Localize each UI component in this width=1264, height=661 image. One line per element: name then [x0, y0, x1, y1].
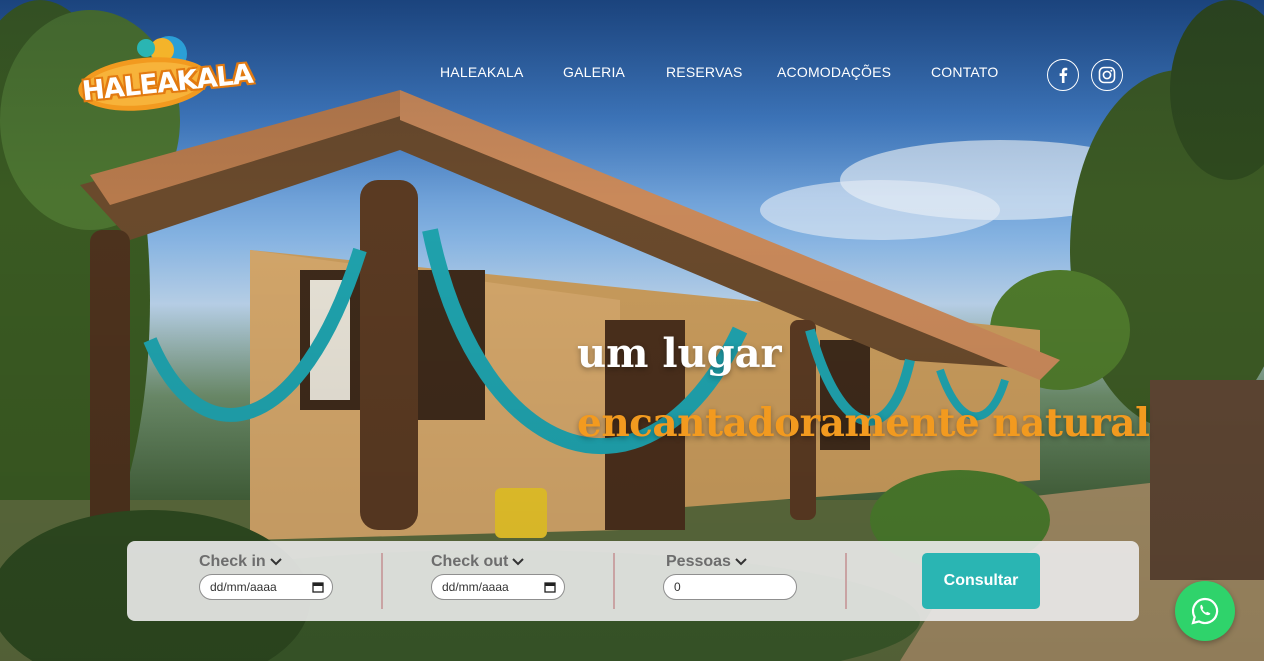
- guests-label[interactable]: Pessoas: [663, 553, 797, 571]
- checkout-label-text: Check out: [431, 553, 509, 570]
- calendar-icon[interactable]: [312, 581, 324, 593]
- checkin-label-text: Check in: [199, 553, 266, 570]
- nav-item-galeria[interactable]: GALERIA: [563, 64, 625, 80]
- calendar-icon[interactable]: [544, 581, 556, 593]
- checkin-field: Check in dd/mm/aaaa: [199, 553, 333, 600]
- consult-button[interactable]: Consultar: [922, 553, 1040, 609]
- field-divider: [381, 553, 383, 609]
- guests-number-input[interactable]: 0: [663, 574, 797, 600]
- nav-item-contato[interactable]: CONTATO: [931, 64, 999, 80]
- field-divider: [613, 553, 615, 609]
- guests-field: Pessoas 0: [663, 553, 797, 600]
- guests-label-text: Pessoas: [666, 553, 731, 570]
- chevron-down-icon: [269, 558, 282, 566]
- chevron-down-icon: [512, 558, 525, 566]
- nav-item-reservas[interactable]: RESERVAS: [666, 64, 743, 80]
- site-logo[interactable]: HALEAKALA: [74, 34, 254, 120]
- checkin-label[interactable]: Check in: [199, 553, 333, 571]
- checkout-label[interactable]: Check out: [431, 553, 565, 571]
- facebook-icon: [1059, 67, 1068, 83]
- nav-item-acomodacoes[interactable]: ACOMODAÇÕES: [777, 64, 891, 80]
- whatsapp-icon: [1191, 597, 1219, 625]
- guests-value: 0: [674, 580, 681, 594]
- checkout-placeholder: dd/mm/aaaa: [442, 580, 509, 594]
- facebook-button[interactable]: [1047, 59, 1079, 91]
- instagram-button[interactable]: [1091, 59, 1123, 91]
- booking-form: Check in dd/mm/aaaa Check out dd/mm/aaaa…: [127, 541, 1139, 621]
- checkout-date-input[interactable]: dd/mm/aaaa: [431, 574, 565, 600]
- field-divider: [845, 553, 847, 609]
- whatsapp-button[interactable]: [1175, 581, 1235, 641]
- instagram-icon: [1098, 66, 1116, 84]
- checkin-placeholder: dd/mm/aaaa: [210, 580, 277, 594]
- nav-item-haleakala[interactable]: HALEAKALA: [440, 64, 524, 80]
- checkin-date-input[interactable]: dd/mm/aaaa: [199, 574, 333, 600]
- chevron-down-icon: [735, 558, 747, 566]
- hero-headline-line1: um lugar: [577, 330, 782, 377]
- checkout-field: Check out dd/mm/aaaa: [431, 553, 565, 600]
- hero-headline-line2: encantadoramente natural: [577, 400, 1150, 446]
